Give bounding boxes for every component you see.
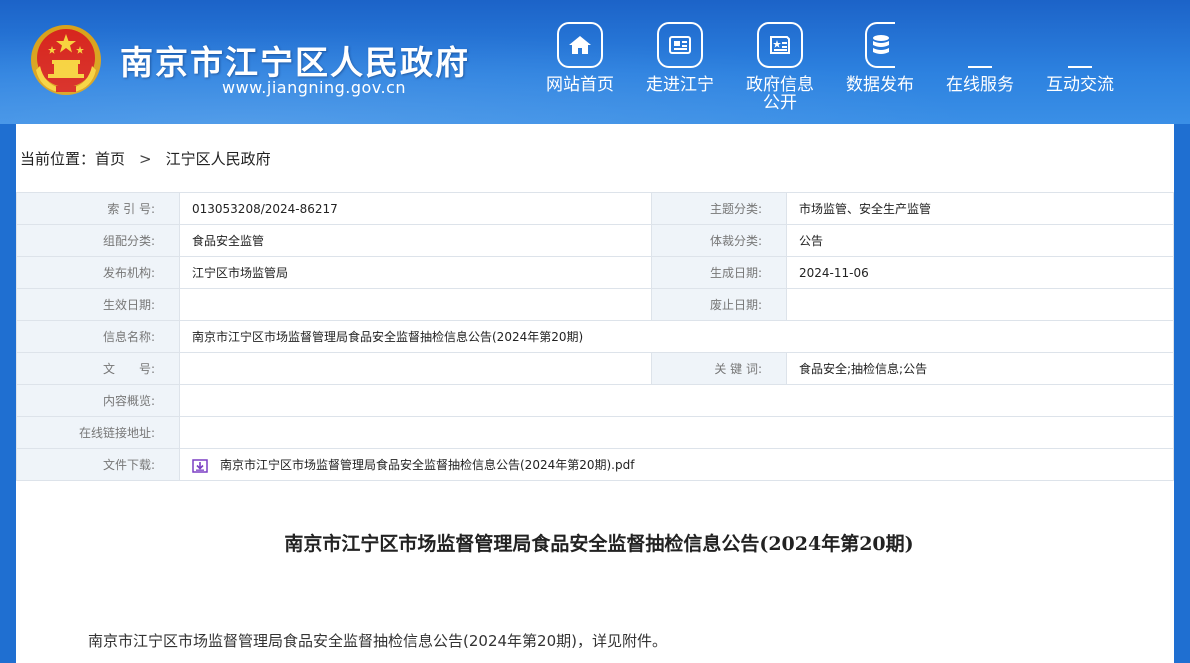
name-label: 信息名称: [16, 320, 180, 353]
site-header: 南京市江宁区人民政府 www.jiangning.gov.cn 网站首页 走进江… [0, 0, 1190, 124]
table-row: 内容概览: [16, 384, 1174, 417]
created-label: 生成日期: [651, 256, 787, 289]
abolish-value [786, 288, 1174, 321]
effective-label: 生效日期: [16, 288, 180, 321]
index-label: 索 引 号: [16, 192, 180, 225]
created-value: 2024-11-06 [786, 256, 1174, 289]
document-star-icon [757, 22, 803, 68]
article-title: 南京市江宁区市场监督管理局食品安全监督抽检信息公告(2024年第20期) [284, 533, 914, 555]
table-row: 索 引 号: 013053208/2024-86217 主题分类: 市场监管、安… [16, 192, 1174, 225]
table-row: 生效日期: 废止日期: [16, 288, 1174, 321]
site-url: www.jiangning.gov.cn [222, 78, 407, 97]
site-title[interactable]: 南京市江宁区人民政府 [120, 36, 470, 84]
topic-value: 市场监管、安全生产监管 [786, 192, 1174, 225]
download-cell: 南京市江宁区市场监督管理局食品安全监督抽检信息公告(2024年第20期).pdf [179, 448, 1174, 481]
database-icon [865, 22, 895, 68]
name-value: 南京市江宁区市场监督管理局食品安全监督抽检信息公告(2024年第20期) [179, 320, 1174, 353]
summary-value [179, 384, 1174, 417]
publisher-label: 发布机构: [16, 256, 180, 289]
breadcrumb-prefix: 当前位置： [20, 150, 96, 168]
interaction-icon [1057, 22, 1103, 68]
link-label: 在线链接地址: [16, 416, 180, 449]
genre-value: 公告 [786, 224, 1174, 257]
table-row: 信息名称: 南京市江宁区市场监督管理局食品安全监督抽检信息公告(2024年第20… [16, 320, 1174, 353]
nav-item-gov-info[interactable]: 政府信息公开 [730, 22, 830, 112]
link-value [179, 416, 1174, 449]
nav-label: 网站首页 [546, 75, 614, 95]
breadcrumb: 当前位置： 首页 > 江宁区人民政府 [20, 148, 271, 169]
article-body: 南京市江宁区市场监督管理局食品安全监督抽检信息公告(2024年第20期)，详见附… [88, 632, 667, 650]
genre-label: 体裁分类: [651, 224, 787, 257]
table-row: 组配分类: 食品安全监管 体裁分类: 公告 [16, 224, 1174, 257]
download-label: 文件下载: [16, 448, 180, 481]
national-emblem-icon [31, 25, 101, 95]
nav-item-data[interactable]: 数据发布 [830, 22, 930, 112]
content-panel: 当前位置： 首页 > 江宁区人民政府 索 引 号: 013053208/2024… [16, 124, 1174, 663]
download-icon[interactable] [192, 458, 208, 473]
breadcrumb-home-link[interactable]: 首页 [95, 148, 125, 169]
topic-label: 主题分类: [651, 192, 787, 225]
download-file-link[interactable]: 南京市江宁区市场监督管理局食品安全监督抽检信息公告(2024年第20期).pdf [220, 458, 634, 472]
nav-label: 互动交流 [1046, 75, 1114, 95]
metadata-table: 索 引 号: 013053208/2024-86217 主题分类: 市场监管、安… [16, 192, 1174, 481]
docno-value [179, 352, 652, 385]
keywords-label: 关 键 词: [651, 352, 787, 385]
group-value: 食品安全监管 [179, 224, 652, 257]
abolish-label: 废止日期: [651, 288, 787, 321]
breadcrumb-separator: > [139, 149, 152, 168]
main-nav: 网站首页 走进江宁 政府信息公开 数据发布 在线服务 互动交流 [530, 22, 1130, 112]
publisher-value: 江宁区市场监管局 [179, 256, 652, 289]
nav-label: 在线服务 [946, 75, 1014, 95]
effective-value [179, 288, 652, 321]
newspaper-icon [657, 22, 703, 68]
table-row: 发布机构: 江宁区市场监管局 生成日期: 2024-11-06 [16, 256, 1174, 289]
service-icon [957, 22, 1003, 68]
table-row: 文 号: 关 键 词: 食品安全;抽检信息;公告 [16, 352, 1174, 385]
nav-item-online-service[interactable]: 在线服务 [930, 22, 1030, 112]
index-value: 013053208/2024-86217 [179, 192, 652, 225]
table-row: 在线链接地址: [16, 416, 1174, 449]
nav-item-home[interactable]: 网站首页 [530, 22, 630, 112]
docno-label: 文 号: [16, 352, 180, 385]
nav-label: 数据发布 [846, 75, 914, 95]
table-row: 文件下载: 南京市江宁区市场监督管理局食品安全监督抽检信息公告(2024年第20… [16, 448, 1174, 481]
nav-label: 政府信息公开 [746, 75, 814, 113]
home-icon [557, 22, 603, 68]
nav-label: 走进江宁 [646, 75, 714, 95]
keywords-value: 食品安全;抽检信息;公告 [786, 352, 1174, 385]
breadcrumb-current-link[interactable]: 江宁区人民政府 [166, 148, 271, 169]
nav-item-about[interactable]: 走进江宁 [630, 22, 730, 112]
summary-label: 内容概览: [16, 384, 180, 417]
group-label: 组配分类: [16, 224, 180, 257]
nav-item-interaction[interactable]: 互动交流 [1030, 22, 1130, 112]
